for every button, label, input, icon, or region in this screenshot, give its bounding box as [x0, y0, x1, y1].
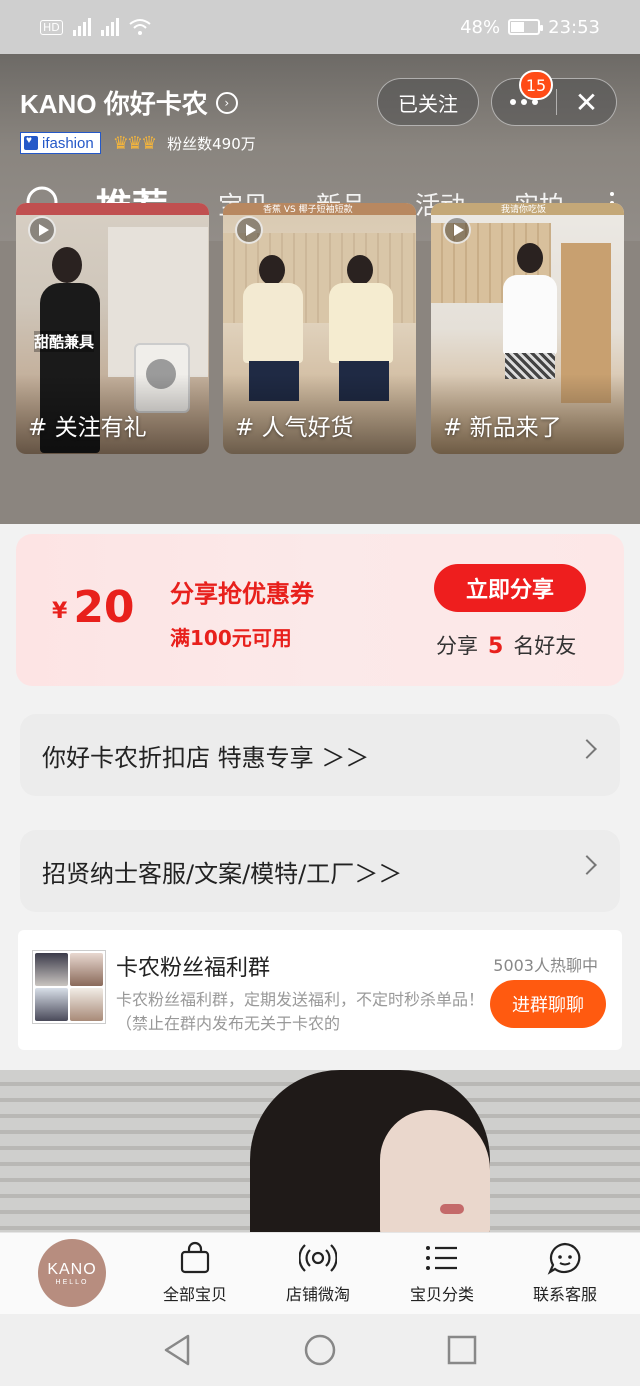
- followed-button[interactable]: 已关注: [377, 78, 479, 126]
- close-icon[interactable]: ✕: [557, 79, 616, 125]
- share-count: 5: [488, 634, 504, 659]
- shop-name[interactable]: KANO 你好卡农: [20, 84, 208, 121]
- video-card-1[interactable]: 甜酷兼具 # 关注有礼: [16, 203, 209, 454]
- signal-icon: [72, 18, 91, 36]
- shop-meta-row: ifashion ♛♛♛ 粉丝数490万: [20, 132, 256, 154]
- shopping-bag-icon: [180, 1241, 210, 1274]
- recruitment-link[interactable]: 招贤纳士客服/文案/模特/工厂＞＞: [20, 830, 620, 912]
- group-title: 卡农粉丝福利群: [116, 956, 271, 981]
- shop-name-row[interactable]: KANO 你好卡农 ›: [20, 84, 238, 121]
- broadcast-icon: [299, 1244, 337, 1272]
- status-right: 48% 23:53: [460, 17, 600, 38]
- avatar-thumb: [35, 988, 68, 1021]
- tab-label: 联系客服: [532, 1285, 597, 1304]
- tab-weitao[interactable]: 店铺微淘: [268, 1241, 368, 1305]
- battery-percent: 48%: [460, 16, 501, 38]
- video-overlay-text: 香蕉 VS 椰子短袖短款: [263, 205, 353, 215]
- avatar-thumb: [70, 988, 103, 1021]
- video-caption: # 新品来了: [443, 415, 562, 441]
- tab-label: 宝贝分类: [409, 1285, 474, 1304]
- video-card-2[interactable]: 香蕉 VS 椰子短袖短款 # 人气好货: [223, 203, 416, 454]
- video-card-3[interactable]: 我请你吃饭 # 新品来了: [431, 203, 624, 454]
- coupon-value: 20: [73, 582, 135, 633]
- chevron-right-icon: [577, 739, 597, 759]
- group-avatar: [32, 950, 106, 1024]
- recents-icon[interactable]: [444, 1332, 480, 1368]
- discount-store-link[interactable]: 你好卡农折扣店 特惠专享 ＞＞: [20, 714, 620, 796]
- avatar-thumb: [70, 953, 103, 986]
- bottom-tab-bar: KANO HELLO 全部宝贝 店铺微淘 宝贝分类 联系客服: [0, 1232, 640, 1314]
- chat-bubble-icon: [547, 1242, 581, 1275]
- play-icon[interactable]: [28, 216, 56, 244]
- heart-icon: [24, 135, 38, 150]
- logo-line1: KANO: [47, 1260, 97, 1278]
- status-left: HD: [40, 18, 151, 36]
- video-caption: # 人气好货: [235, 415, 354, 441]
- ifashion-label: ifashion: [42, 134, 94, 152]
- link-text: 招贤纳士客服/文案/模特/工厂＞＞: [42, 859, 403, 888]
- play-icon[interactable]: [235, 216, 263, 244]
- tab-customer-service[interactable]: 联系客服: [515, 1241, 615, 1305]
- video-banner: 香蕉 VS 椰子短袖短款: [223, 203, 416, 215]
- tab-categories[interactable]: 宝贝分类: [392, 1241, 492, 1305]
- logo-line2: HELLO: [55, 1278, 89, 1286]
- clock: 23:53: [548, 16, 600, 38]
- coupon-title: 分享抢优惠券: [170, 580, 314, 608]
- signal-icon-2: [100, 18, 119, 36]
- fan-group-card[interactable]: 卡农粉丝福利群 卡农粉丝福利群，定期发送福利，不定时秒杀单品！（禁止在群内发布无…: [18, 930, 622, 1050]
- banner-image[interactable]: [0, 1070, 640, 1240]
- tab-all-items[interactable]: 全部宝贝: [145, 1241, 245, 1305]
- lips-shape: [440, 1204, 464, 1214]
- avatar-thumb: [35, 953, 68, 986]
- home-icon[interactable]: [302, 1332, 338, 1368]
- fans-count: 粉丝数490万: [167, 134, 256, 153]
- tab-label: 全部宝贝: [162, 1285, 227, 1304]
- video-overlay-text: 我请你吃饭: [501, 205, 547, 215]
- status-bar: HD 48% 23:53: [0, 0, 640, 54]
- mini-program-capsule: ✕: [491, 78, 617, 126]
- system-nav-bar: [0, 1314, 640, 1386]
- chevron-right-circle-icon[interactable]: ›: [215, 91, 238, 114]
- group-description: 卡农粉丝福利群，定期发送福利，不定时秒杀单品！（禁止在群内发布无关于卡农的: [116, 990, 485, 1033]
- crown-icon: ♛♛♛: [112, 132, 157, 154]
- currency-symbol: ¥: [52, 599, 68, 624]
- share-now-button[interactable]: 立即分享: [434, 564, 586, 612]
- notification-badge: 15: [519, 70, 553, 100]
- coupon-card: ¥ 20 分享抢优惠券 满100元可用 立即分享 分享 5 名好友: [16, 534, 624, 686]
- chevron-right-icon: [577, 855, 597, 875]
- join-group-button[interactable]: 进群聊聊: [490, 980, 606, 1028]
- coupon-amount: ¥ 20: [52, 586, 135, 630]
- hd-badge: HD: [40, 19, 63, 35]
- ifashion-badge: ifashion: [20, 132, 101, 154]
- play-icon[interactable]: [443, 216, 471, 244]
- video-banner: [16, 203, 209, 215]
- wifi-icon: [129, 19, 151, 35]
- group-online-count: 5003人热聊中: [493, 956, 598, 975]
- face-shape: [380, 1110, 490, 1240]
- coupon-condition: 满100元可用: [170, 626, 292, 650]
- battery-icon: [508, 19, 544, 35]
- video-banner: 我请你吃饭: [431, 203, 624, 215]
- share-prefix: 分享: [436, 634, 478, 658]
- video-overlay-text: 甜酷兼具: [34, 331, 95, 352]
- list-icon: [426, 1246, 457, 1270]
- back-icon[interactable]: [160, 1332, 196, 1368]
- video-caption: # 关注有礼: [28, 415, 147, 441]
- share-suffix: 名好友: [513, 634, 577, 658]
- share-info: 分享 5 名好友: [436, 630, 576, 660]
- shop-logo[interactable]: KANO HELLO: [38, 1239, 106, 1307]
- link-text: 你好卡农折扣店 特惠专享 ＞＞: [42, 743, 370, 772]
- tab-label: 店铺微淘: [285, 1285, 350, 1304]
